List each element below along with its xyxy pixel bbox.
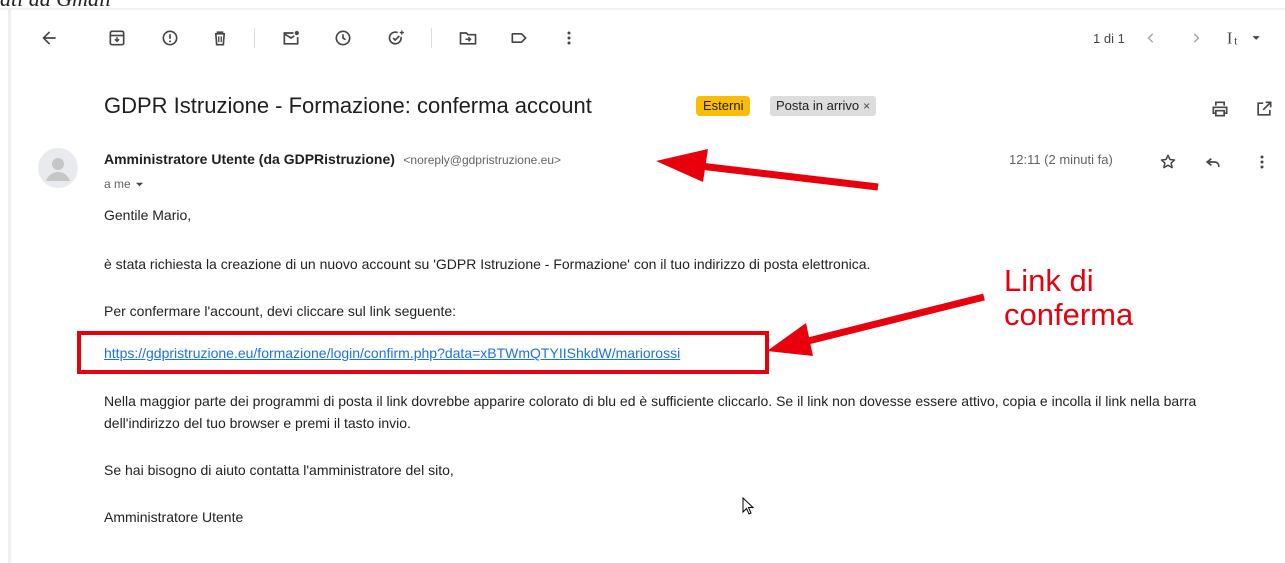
toolbar-separator <box>431 28 432 48</box>
more-vert-icon[interactable] <box>555 24 583 52</box>
recipient-text: a me <box>104 177 131 191</box>
default-avatar-icon <box>46 158 70 181</box>
pager-count: 1 di 1 <box>1093 31 1125 46</box>
move-to-icon[interactable] <box>454 24 482 52</box>
input-tools-icon[interactable]: It <box>1223 24 1271 52</box>
link-arrow-head <box>767 323 813 356</box>
sender-name[interactable]: Amministratore Utente (da GDPRistruzione… <box>104 151 395 167</box>
older-icon[interactable] <box>1182 24 1210 52</box>
back-arrow-icon[interactable] <box>35 24 63 52</box>
label-inbox-text: Posta in arrivo <box>776 98 860 113</box>
delete-icon[interactable] <box>206 24 234 52</box>
window-top-border <box>0 8 1285 10</box>
email-greeting: Gentile Mario, <box>104 207 192 223</box>
email-timestamp: 12:11 (2 minuti fa) <box>1009 152 1113 167</box>
remove-label-icon[interactable]: × <box>863 96 870 116</box>
email-paragraph-1: è stata richiesta la creazione di un nuo… <box>104 256 871 272</box>
email-paragraph-3: Nella maggior parte dei programmi di pos… <box>104 393 1197 431</box>
email-paragraph-4: Se hai bisogno di aiuto contatta l'ammin… <box>104 462 454 478</box>
mark-unread-icon[interactable] <box>277 24 305 52</box>
open-in-new-window-icon[interactable] <box>1252 97 1276 121</box>
snooze-icon[interactable] <box>329 24 357 52</box>
sender-line: Amministratore Utente (da GDPRistruzione… <box>104 151 561 169</box>
email-subject: GDPR Istruzione - Formazione: conferma a… <box>104 93 592 118</box>
email-paragraph-2: Per confermare l'account, devi cliccare … <box>104 303 457 319</box>
sender-arrow-shaft <box>699 162 879 191</box>
sender-arrow-head <box>656 149 708 182</box>
svg-text:I: I <box>1227 29 1233 48</box>
print-icon[interactable] <box>1208 97 1232 121</box>
report-spam-icon[interactable] <box>156 24 184 52</box>
newer-icon[interactable] <box>1137 24 1165 52</box>
star-icon[interactable] <box>1156 150 1180 174</box>
link-arrow-shaft <box>807 293 985 345</box>
toolbar: 1 di 1 It <box>0 16 1285 60</box>
annotation-line-2: conferma <box>1004 297 1134 332</box>
annotation-line-1: Link di <box>1004 263 1094 298</box>
add-task-icon[interactable] <box>382 24 410 52</box>
toolbar-separator <box>254 28 255 48</box>
link-highlight-box <box>77 331 769 374</box>
svg-text:t: t <box>1234 33 1238 47</box>
window-left-border <box>8 10 11 563</box>
annotation-text: Link di conferma <box>1004 264 1133 332</box>
email-signature: Amministratore Utente <box>104 509 244 525</box>
label-inbox[interactable]: Posta in arrivo × <box>770 96 877 116</box>
avatar[interactable] <box>38 148 78 188</box>
reply-icon[interactable] <box>1201 150 1225 174</box>
archive-icon[interactable] <box>103 24 131 52</box>
recipient-details[interactable]: a me <box>104 177 144 191</box>
label-esterni[interactable]: Esterni <box>696 96 751 116</box>
more-options-icon[interactable] <box>1250 150 1274 174</box>
cropped-caption: ati da Gmail <box>0 0 111 11</box>
sender-email: <noreply@gdpristruzione.eu> <box>403 153 562 167</box>
label-icon[interactable] <box>505 24 533 52</box>
chevron-down-icon <box>135 182 143 186</box>
mouse-cursor-icon <box>742 497 754 515</box>
